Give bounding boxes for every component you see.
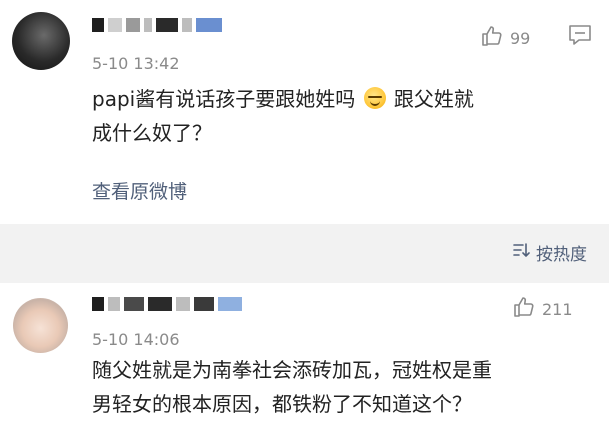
comment-text-part: 跟父姓就 [393, 87, 474, 111]
sort-icon [512, 241, 530, 264]
comment-card: 5-10 14:06 211 随父姓就是为南拳社会添砖加瓦，冠姓权是重 男轻女的… [0, 283, 609, 431]
comment-text: 随父姓就是为南拳社会添砖加瓦，冠姓权是重 男轻女的根本原因，都铁粉了不知道这个？ [92, 353, 492, 421]
comment-text: papi酱有说话孩子要跟她姓吗 跟父姓就 成什么奴了？ [92, 82, 474, 150]
comment-time: 5-10 14:06 [92, 330, 180, 349]
comment-text-part: papi酱有说话孩子要跟她姓吗 [92, 87, 356, 111]
like-count: 99 [510, 28, 531, 48]
view-original-post-link[interactable]: 查看原微博 [92, 177, 187, 204]
comment-time: 5-10 13:42 [92, 54, 180, 73]
comment-text-line: 成什么奴了？ [92, 121, 212, 145]
sleepy-smile-emoji-icon [363, 87, 386, 109]
like-button[interactable]: 99 [480, 24, 530, 52]
thumbs-up-icon [512, 295, 536, 323]
thumbs-up-icon [480, 24, 504, 52]
username-blurred[interactable] [92, 297, 242, 311]
comment-text-line: 男轻女的根本原因，都铁粉了不知道这个？ [92, 392, 472, 416]
username-blurred[interactable] [92, 18, 222, 32]
user-avatar[interactable] [12, 12, 70, 70]
like-count: 211 [542, 299, 573, 319]
sort-by-heat-button[interactable]: 按热度 [512, 240, 587, 265]
like-button[interactable]: 211 [512, 295, 573, 323]
sort-label: 按热度 [536, 245, 587, 265]
comment-card: 5-10 13:42 99 papi酱有说话孩子要跟她姓吗 跟父姓就 成什么奴了… [0, 0, 609, 224]
reply-icon[interactable] [568, 24, 592, 50]
user-avatar[interactable] [13, 298, 68, 353]
comment-text-line: 随父姓就是为南拳社会添砖加瓦，冠姓权是重 [92, 358, 492, 382]
